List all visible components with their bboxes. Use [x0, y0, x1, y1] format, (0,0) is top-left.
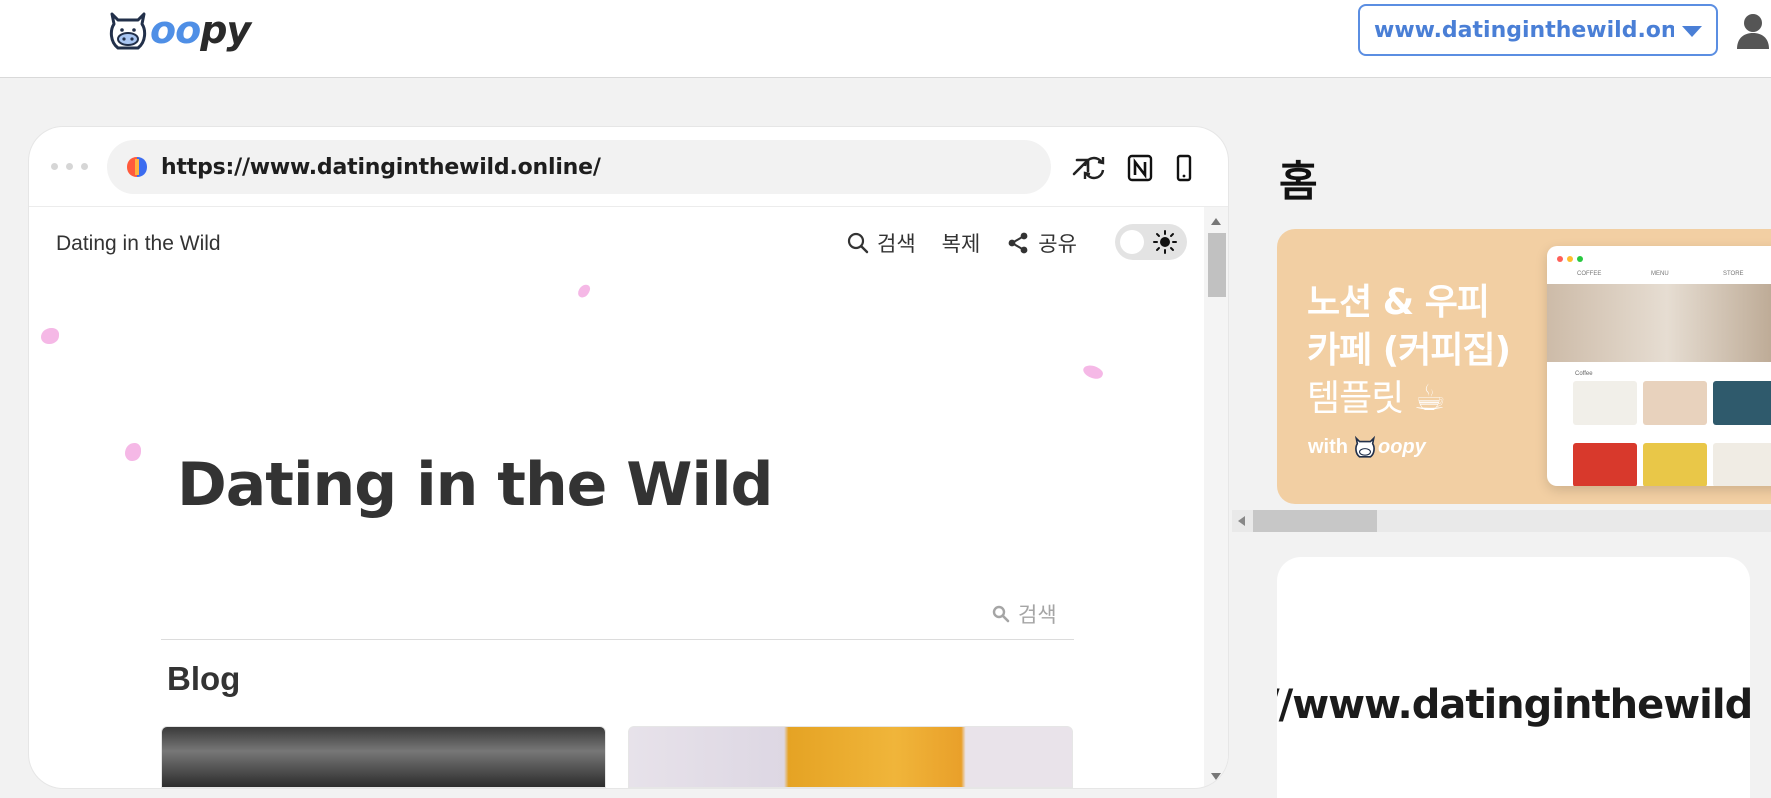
banner-line-2: 카페 (커피집): [1307, 330, 1511, 371]
page-header-title[interactable]: Dating in the Wild: [56, 232, 221, 256]
mobile-icon[interactable]: [1169, 153, 1199, 183]
blog-card[interactable]: [161, 726, 606, 788]
search-action[interactable]: 검색: [847, 228, 916, 258]
mockup-section-label: Coffee: [1575, 371, 1593, 377]
cow-logo-icon: [1354, 435, 1376, 458]
refresh-icon[interactable]: [1079, 153, 1109, 183]
logo-wordmark: oopy: [150, 8, 251, 52]
mockup-nav-item: COFFEE: [1577, 271, 1602, 277]
search-icon: [992, 605, 1010, 623]
home-heading: 홈: [1279, 157, 1318, 206]
banner-background: 노션 & 우피 카페 (커피집) 템플릿 ☕ with oopy COFFEE …: [1277, 229, 1771, 504]
banner-with-label: with: [1308, 435, 1348, 458]
site-selector-dropdown[interactable]: www.datinginthewild.onli...: [1358, 4, 1718, 56]
cow-logo-icon: [109, 12, 147, 50]
scroll-up-arrow-icon[interactable]: [1211, 218, 1221, 225]
top-bar: oopy www.datinginthewild.onli...: [0, 0, 1771, 78]
preview-toolbar: https://www.datinginthewild.online/: [29, 127, 1228, 207]
share-icon: [1008, 232, 1028, 254]
banner-line-1: 노션 & 우피: [1307, 282, 1490, 323]
mockup-tile: [1643, 443, 1707, 486]
oopy-logo[interactable]: oopy: [108, 8, 251, 52]
banner-with-brand: with oopy: [1308, 435, 1426, 459]
mockup-nav-item: MENU: [1651, 271, 1669, 277]
mockup-tile: [1573, 381, 1637, 425]
mockup-tile: [1713, 381, 1771, 425]
toggle-knob: [1120, 230, 1144, 254]
favicon-icon: [127, 157, 147, 177]
mockup-hero-image: [1547, 284, 1771, 362]
petal-decoration: [1081, 362, 1105, 382]
divider: [161, 639, 1074, 640]
duplicate-action[interactable]: 복제: [942, 228, 981, 258]
notion-icon[interactable]: [1125, 153, 1155, 183]
petal-decoration: [125, 443, 141, 461]
theme-toggle[interactable]: [1115, 224, 1187, 260]
share-action-label: 공유: [1038, 233, 1077, 256]
banner-horizontal-scrollbar[interactable]: [1232, 510, 1771, 532]
page-title: Dating in the Wild: [177, 450, 774, 520]
preview-url-text: https://www.datinginthewild.online/: [161, 155, 601, 180]
site-info-url: //www.datinginthewild.: [1277, 682, 1750, 728]
site-selector-value: www.datinginthewild.onli...: [1374, 17, 1674, 43]
mockup-tile: [1643, 381, 1707, 425]
blog-card[interactable]: [628, 726, 1073, 788]
chevron-down-icon: [1682, 26, 1702, 37]
scroll-down-arrow-icon[interactable]: [1211, 773, 1221, 780]
mockup-nav-item: STORE: [1723, 271, 1744, 277]
user-icon[interactable]: [1735, 12, 1771, 50]
search-icon: [847, 232, 869, 254]
window-dots: [51, 163, 88, 170]
mockup-tile: [1573, 443, 1637, 486]
template-banner[interactable]: 노션 & 우피 카페 (커피집) 템플릿 ☕ with oopy COFFEE …: [1277, 229, 1771, 504]
site-preview-window: https://www.datinginthewild.online/ Dati…: [29, 127, 1228, 788]
petal-decoration: [41, 328, 59, 344]
share-action[interactable]: 공유: [1006, 228, 1077, 258]
mockup-tile: [1713, 443, 1771, 486]
preview-vertical-scrollbar[interactable]: [1204, 207, 1228, 788]
banner-line-3: 템플릿 ☕: [1307, 378, 1446, 419]
scroll-left-arrow-icon[interactable]: [1238, 516, 1245, 526]
site-info-card: //www.datinginthewild.: [1277, 557, 1750, 798]
banner-brand: oopy: [1378, 435, 1426, 458]
database-search[interactable]: 검색: [992, 599, 1057, 629]
preview-url-bar[interactable]: https://www.datinginthewild.online/: [107, 140, 1090, 194]
section-heading-blog: Blog: [167, 660, 241, 697]
database-search-label: 검색: [1018, 604, 1057, 627]
template-mockup: COFFEE MENU STORE Coffee: [1547, 246, 1771, 486]
scroll-thumb[interactable]: [1208, 233, 1226, 297]
duplicate-action-label: 복제: [941, 233, 981, 256]
scroll-thumb[interactable]: [1253, 510, 1377, 532]
page-actions: 검색 복제 공유: [847, 225, 1103, 261]
petal-decoration: [576, 282, 592, 300]
search-action-label: 검색: [877, 233, 916, 256]
sun-icon: [1153, 230, 1177, 254]
